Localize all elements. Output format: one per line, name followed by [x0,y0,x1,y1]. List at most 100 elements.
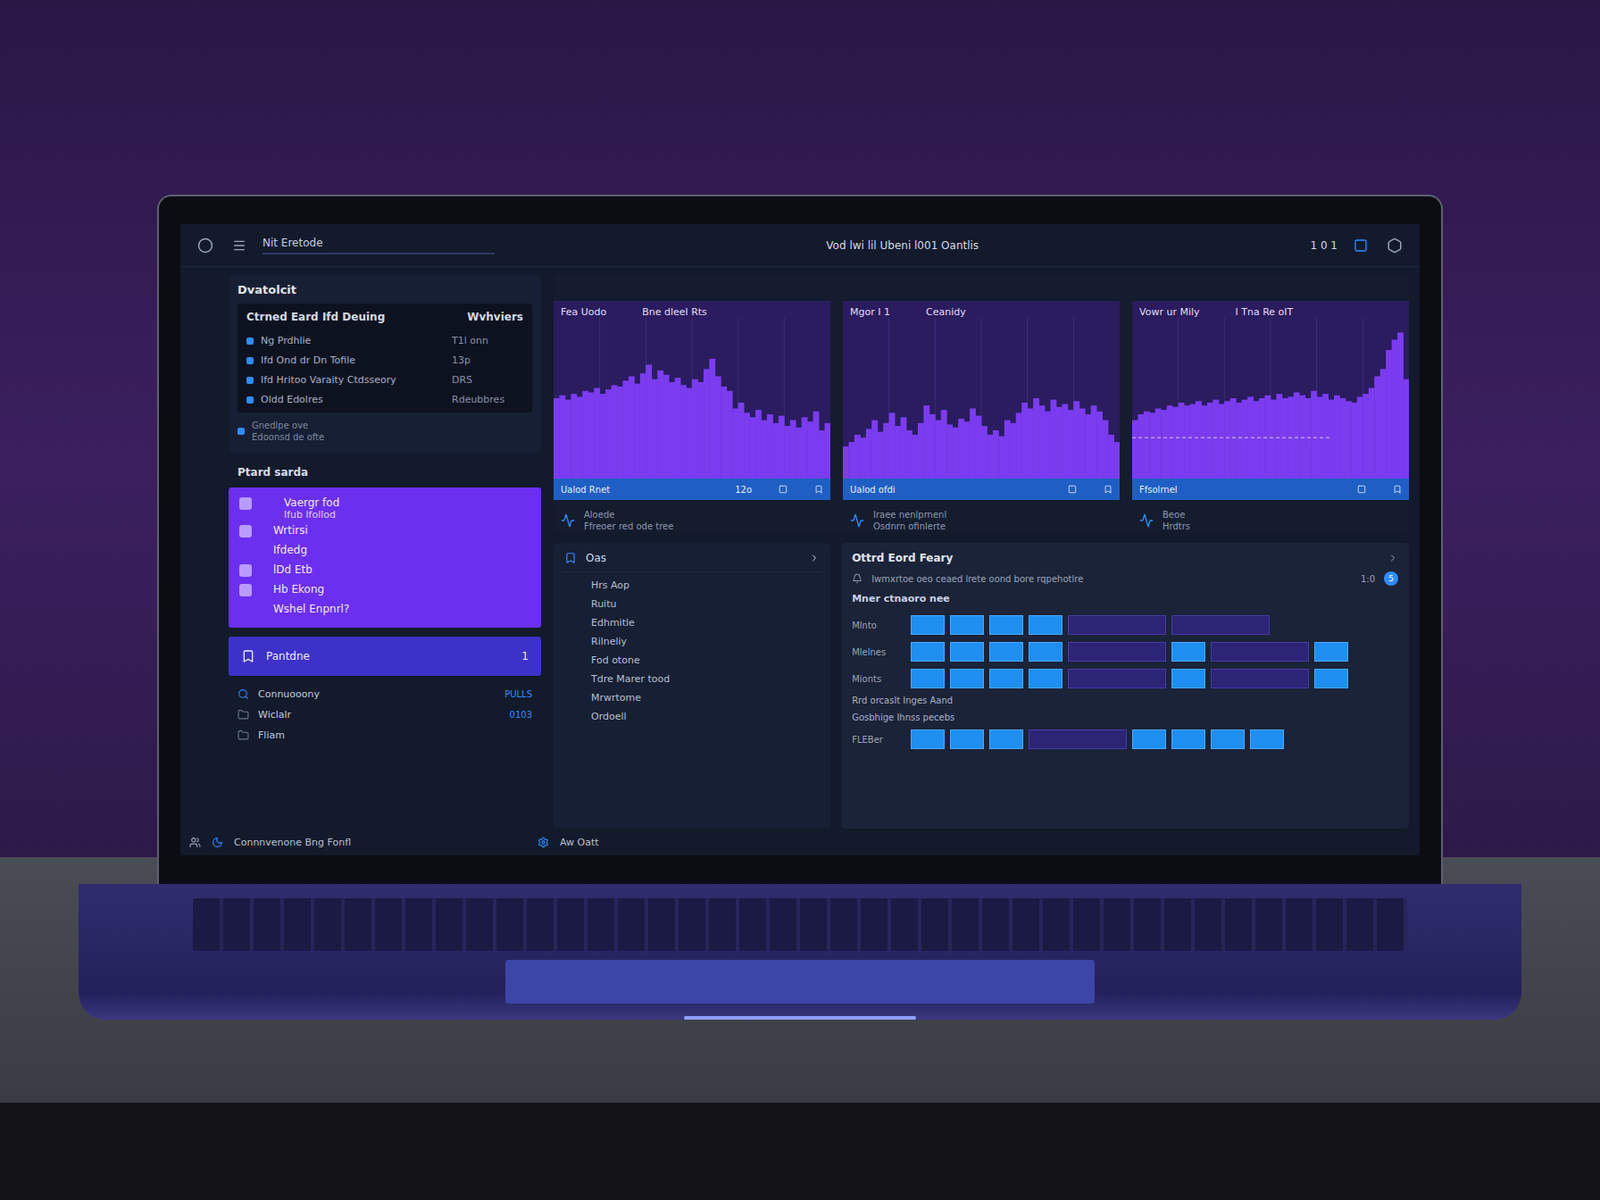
chart-bar [1172,407,1179,479]
menu-item[interactable]: Wrtirsi [239,524,531,541]
chart-bar [923,405,930,479]
list-item[interactable]: Mrwrtome [564,691,820,704]
grid-cell[interactable] [1171,729,1206,750]
chart-title: Bne dleel Rts [641,306,708,318]
grid-cell[interactable] [1314,641,1349,662]
chart-bar [929,414,936,479]
chart-bar [818,430,825,479]
grid-cell[interactable] [1067,641,1167,662]
top-counter: 1 0 1 [1309,239,1338,252]
table-row[interactable]: Ifd Hritoo Varaity CtdsseoryDRS [246,374,524,386]
grid-cell[interactable] [950,668,984,689]
chart-footer-label: Ualod Rnet [560,484,709,495]
chart-bar [576,396,584,479]
chart-bar [738,402,745,479]
chart-bar [755,409,762,479]
grid-row-label: Mionts [851,674,906,684]
chevron-icon[interactable] [808,552,820,564]
caption-line: Ffreoer red ode tree [583,520,674,533]
settings-icon[interactable] [537,836,550,849]
grid-cell[interactable] [1067,668,1167,689]
grid-cell[interactable] [1250,729,1284,750]
table-row[interactable]: Ng PrdhlieT1l onn [246,334,524,347]
grid-cell[interactable] [989,729,1024,750]
nav-row[interactable]: Wiclalr0103 [237,708,533,721]
chart-bar [1235,402,1242,479]
grid-cell[interactable] [910,668,945,689]
chart-bar [633,383,641,479]
grid-cell[interactable] [1132,729,1167,750]
list-item[interactable]: Ruitu [564,598,820,610]
settings-button[interactable] [1383,234,1406,257]
grid-cell[interactable] [950,729,984,750]
list-item[interactable]: Ordoell [564,710,820,723]
grid-cell[interactable] [1028,641,1063,662]
grid-cell[interactable] [1210,729,1245,750]
chart-bar [611,384,618,479]
grid-cell[interactable] [1171,668,1206,689]
grid-cell[interactable] [1171,615,1270,635]
chart-footer: Ualod ofdi [842,478,1120,500]
menu-item[interactable]: Vaergr fodIfub lfollod [239,496,531,521]
primary-button[interactable]: Pantdne1 [228,636,542,676]
grid-cell[interactable] [1067,615,1167,635]
chart-bar [1027,408,1034,479]
chart-bar [1160,409,1167,479]
chart-bar [743,412,750,479]
menu-item[interactable]: Ifdedg [239,543,531,560]
bookmark-icon[interactable] [1392,484,1402,494]
square-icon[interactable] [1357,484,1367,494]
nav-row[interactable]: Fliam [237,729,533,742]
grid-cell[interactable] [1028,615,1063,635]
grid-cell[interactable] [989,668,1024,689]
users-icon[interactable] [189,836,201,849]
grid-cell[interactable] [1171,641,1206,662]
chart-column: Vowr ur MilyI Tna Re oITFfsolrnelBeoeHrd… [1132,300,1409,533]
grid-cell[interactable] [910,615,945,635]
list-item[interactable]: Tdre Marer tood [564,673,820,685]
bookmark-icon[interactable] [1103,484,1113,494]
menu-item[interactable]: Wshel Enpnrl? [239,602,531,619]
keyboard[interactable] [192,898,1408,951]
top-label[interactable]: Nit Eretode [262,236,495,255]
grid-cell[interactable] [910,641,945,662]
grid-cell[interactable] [1210,641,1309,662]
grid-cell[interactable] [1028,729,1127,750]
chevron-icon[interactable] [1387,552,1399,564]
chart-bar [623,380,630,479]
chart-bar [645,364,652,479]
menu-item[interactable]: Hb Ekong [239,583,531,600]
trackpad[interactable] [505,959,1095,1004]
chart-bar [593,388,600,479]
menu-item-label: Vaergr fod [283,496,340,509]
menu-item-sub: Ifub lfollod [283,508,340,521]
square-icon[interactable] [1067,484,1077,494]
chart-bar [1183,405,1191,479]
grid-cell[interactable] [1314,668,1349,689]
row-label: Ifd Hritoo Varaity Ctdsseory [260,374,445,386]
grid-cell[interactable] [1210,668,1309,689]
list-item[interactable]: Hrs Aop [564,579,820,592]
panel-button[interactable] [1350,234,1372,257]
table-row[interactable]: Oldd EdolresRdeubbres [246,393,524,406]
list-item[interactable]: Edhmitle [564,616,820,629]
list-item[interactable]: Rilneliy [564,635,820,648]
bookmark-icon[interactable] [814,484,824,494]
table-row[interactable]: Ifd Ond dr Dn Tofile13p [246,354,524,367]
column-header: Ctrned Eard Ifd Deuing [246,310,385,324]
menu-button[interactable] [228,234,250,257]
moon-icon[interactable] [211,836,224,849]
grid-cell[interactable] [989,615,1024,635]
grid-cell[interactable] [989,641,1024,662]
square-icon[interactable] [778,484,788,494]
grid-cell[interactable] [950,641,984,662]
grid-cell[interactable] [950,615,984,635]
grid-cell[interactable] [910,729,945,750]
menu-item[interactable]: lDd Etb [239,563,531,580]
grid-cell[interactable] [1028,668,1063,689]
logo[interactable] [194,234,217,257]
nav-row[interactable]: ConnuooonyPULLS [237,688,533,700]
chart-bar [1207,402,1214,479]
list-item[interactable]: Fod otone [564,654,820,667]
grid-row-label: FLEBer [851,734,906,745]
